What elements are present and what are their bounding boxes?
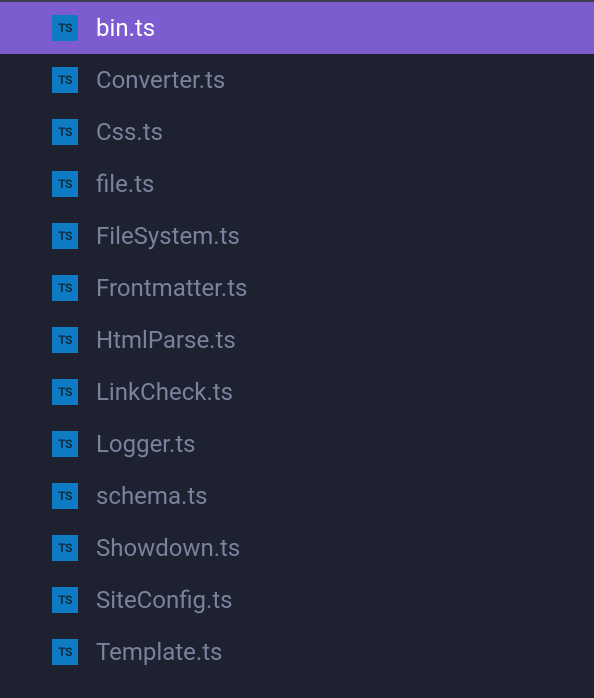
file-name: Converter.ts <box>96 66 225 94</box>
typescript-file-icon: TS <box>52 15 78 41</box>
file-item[interactable]: TS Converter.ts <box>0 54 594 106</box>
typescript-file-icon: TS <box>52 223 78 249</box>
file-item[interactable]: TS FileSystem.ts <box>0 210 594 262</box>
file-icon-label: TS <box>58 125 72 139</box>
file-item[interactable]: TS SiteConfig.ts <box>0 574 594 626</box>
file-item[interactable]: TS schema.ts <box>0 470 594 522</box>
file-icon-label: TS <box>58 229 72 243</box>
file-name: Frontmatter.ts <box>96 274 247 302</box>
file-icon-label: TS <box>58 489 72 503</box>
typescript-file-icon: TS <box>52 535 78 561</box>
typescript-file-icon: TS <box>52 119 78 145</box>
file-item[interactable]: TS file.ts <box>0 158 594 210</box>
file-name: Logger.ts <box>96 430 196 458</box>
file-icon-label: TS <box>58 73 72 87</box>
typescript-file-icon: TS <box>52 639 78 665</box>
typescript-file-icon: TS <box>52 431 78 457</box>
typescript-file-icon: TS <box>52 379 78 405</box>
typescript-file-icon: TS <box>52 171 78 197</box>
file-name: HtmlParse.ts <box>96 326 236 354</box>
file-list: TSbin.tsTSConverter.tsTSCss.tsTSfile.tsT… <box>0 2 594 678</box>
file-item[interactable]: TS Frontmatter.ts <box>0 262 594 314</box>
file-item[interactable]: TS bin.ts <box>0 2 594 54</box>
file-icon-label: TS <box>58 593 72 607</box>
file-icon-label: TS <box>58 333 72 347</box>
file-name: Css.ts <box>96 118 163 146</box>
file-icon-label: TS <box>58 645 72 659</box>
file-icon-label: TS <box>58 281 72 295</box>
typescript-file-icon: TS <box>52 275 78 301</box>
file-name: FileSystem.ts <box>96 222 240 250</box>
file-name: bin.ts <box>96 14 155 42</box>
file-item[interactable]: TS Logger.ts <box>0 418 594 470</box>
file-name: LinkCheck.ts <box>96 378 233 406</box>
file-name: Template.ts <box>96 638 222 666</box>
file-item[interactable]: TS Template.ts <box>0 626 594 678</box>
file-item[interactable]: TS Showdown.ts <box>0 522 594 574</box>
file-item[interactable]: TS LinkCheck.ts <box>0 366 594 418</box>
file-name: Showdown.ts <box>96 534 240 562</box>
typescript-file-icon: TS <box>52 483 78 509</box>
file-name: file.ts <box>96 170 154 198</box>
file-icon-label: TS <box>58 177 72 191</box>
file-item[interactable]: TS Css.ts <box>0 106 594 158</box>
file-name: SiteConfig.ts <box>96 586 233 614</box>
file-name: schema.ts <box>96 482 208 510</box>
file-item[interactable]: TS HtmlParse.ts <box>0 314 594 366</box>
file-icon-label: TS <box>58 437 72 451</box>
typescript-file-icon: TS <box>52 587 78 613</box>
file-icon-label: TS <box>58 21 72 35</box>
typescript-file-icon: TS <box>52 67 78 93</box>
typescript-file-icon: TS <box>52 327 78 353</box>
file-icon-label: TS <box>58 385 72 399</box>
file-icon-label: TS <box>58 541 72 555</box>
